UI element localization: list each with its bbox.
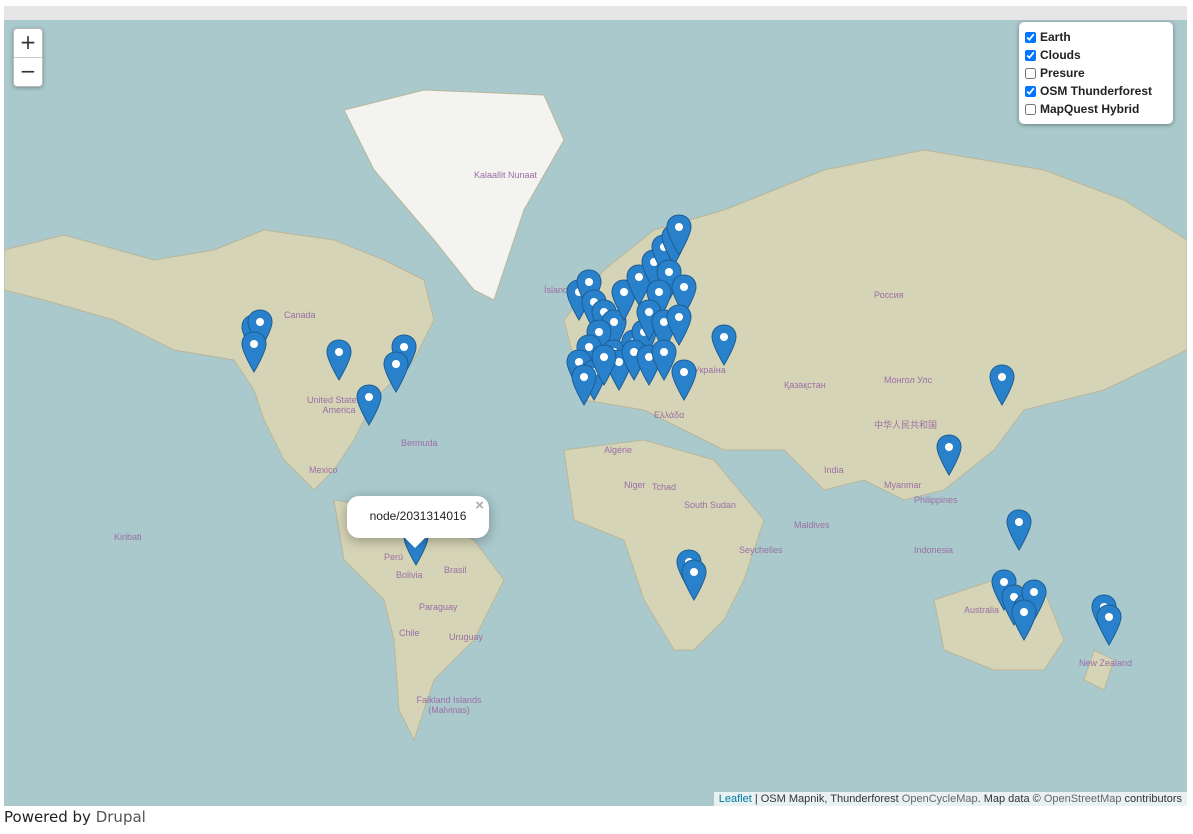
attribution: Leaflet | OSM Mapnik, Thunderforest Open… (713, 792, 1187, 806)
marker-layer (241, 214, 1122, 646)
marker-popup: × node/2031314016 (347, 496, 489, 548)
layer-clouds[interactable]: Clouds (1025, 46, 1167, 64)
map-marker[interactable] (1006, 509, 1032, 551)
map-marker[interactable] (936, 434, 962, 476)
map-marker[interactable] (671, 359, 697, 401)
layer-presure-checkbox[interactable] (1025, 67, 1036, 79)
zoom-out-button[interactable]: − (14, 57, 42, 86)
map-container[interactable]: Kalaallit Nunaat Canada United States of A… (4, 6, 1187, 806)
map-marker[interactable] (1096, 604, 1122, 646)
layer-osm-thunderforest-checkbox[interactable] (1025, 85, 1036, 97)
map-marker[interactable] (681, 559, 707, 601)
map-marker[interactable] (571, 364, 597, 406)
map-marker[interactable] (383, 351, 409, 393)
map-marker[interactable] (356, 384, 382, 426)
layer-osm-thunderforest[interactable]: OSM Thunderforest (1025, 82, 1167, 100)
layer-presure[interactable]: Presure (1025, 64, 1167, 82)
layer-clouds-checkbox[interactable] (1025, 49, 1036, 61)
map-marker[interactable] (241, 331, 267, 373)
layer-mapquest-hybrid[interactable]: MapQuest Hybrid (1025, 100, 1167, 118)
footer: Powered by Drupal (4, 808, 146, 826)
zoom-in-button[interactable]: + (14, 29, 42, 57)
map-marker[interactable] (989, 364, 1015, 406)
layer-mapquest-hybrid-checkbox[interactable] (1025, 103, 1036, 115)
map-marker[interactable] (1011, 599, 1037, 641)
layer-earth-checkbox[interactable] (1025, 31, 1036, 43)
popup-tip (405, 538, 425, 548)
opencyclemap-link[interactable]: OpenCycleMap (902, 793, 978, 805)
layer-control: Earth Clouds Presure OSM Thunderforest M… (1019, 22, 1173, 124)
popup-text: node/2031314016 (369, 509, 467, 523)
layer-earth[interactable]: Earth (1025, 28, 1167, 46)
openstreetmap-link[interactable]: OpenStreetMap (1044, 793, 1122, 805)
drupal-link[interactable]: Drupal (96, 808, 146, 826)
map-marker[interactable] (326, 339, 352, 381)
map-marker[interactable] (711, 324, 737, 366)
zoom-control: + − (13, 28, 43, 87)
leaflet-link[interactable]: Leaflet (719, 793, 752, 805)
